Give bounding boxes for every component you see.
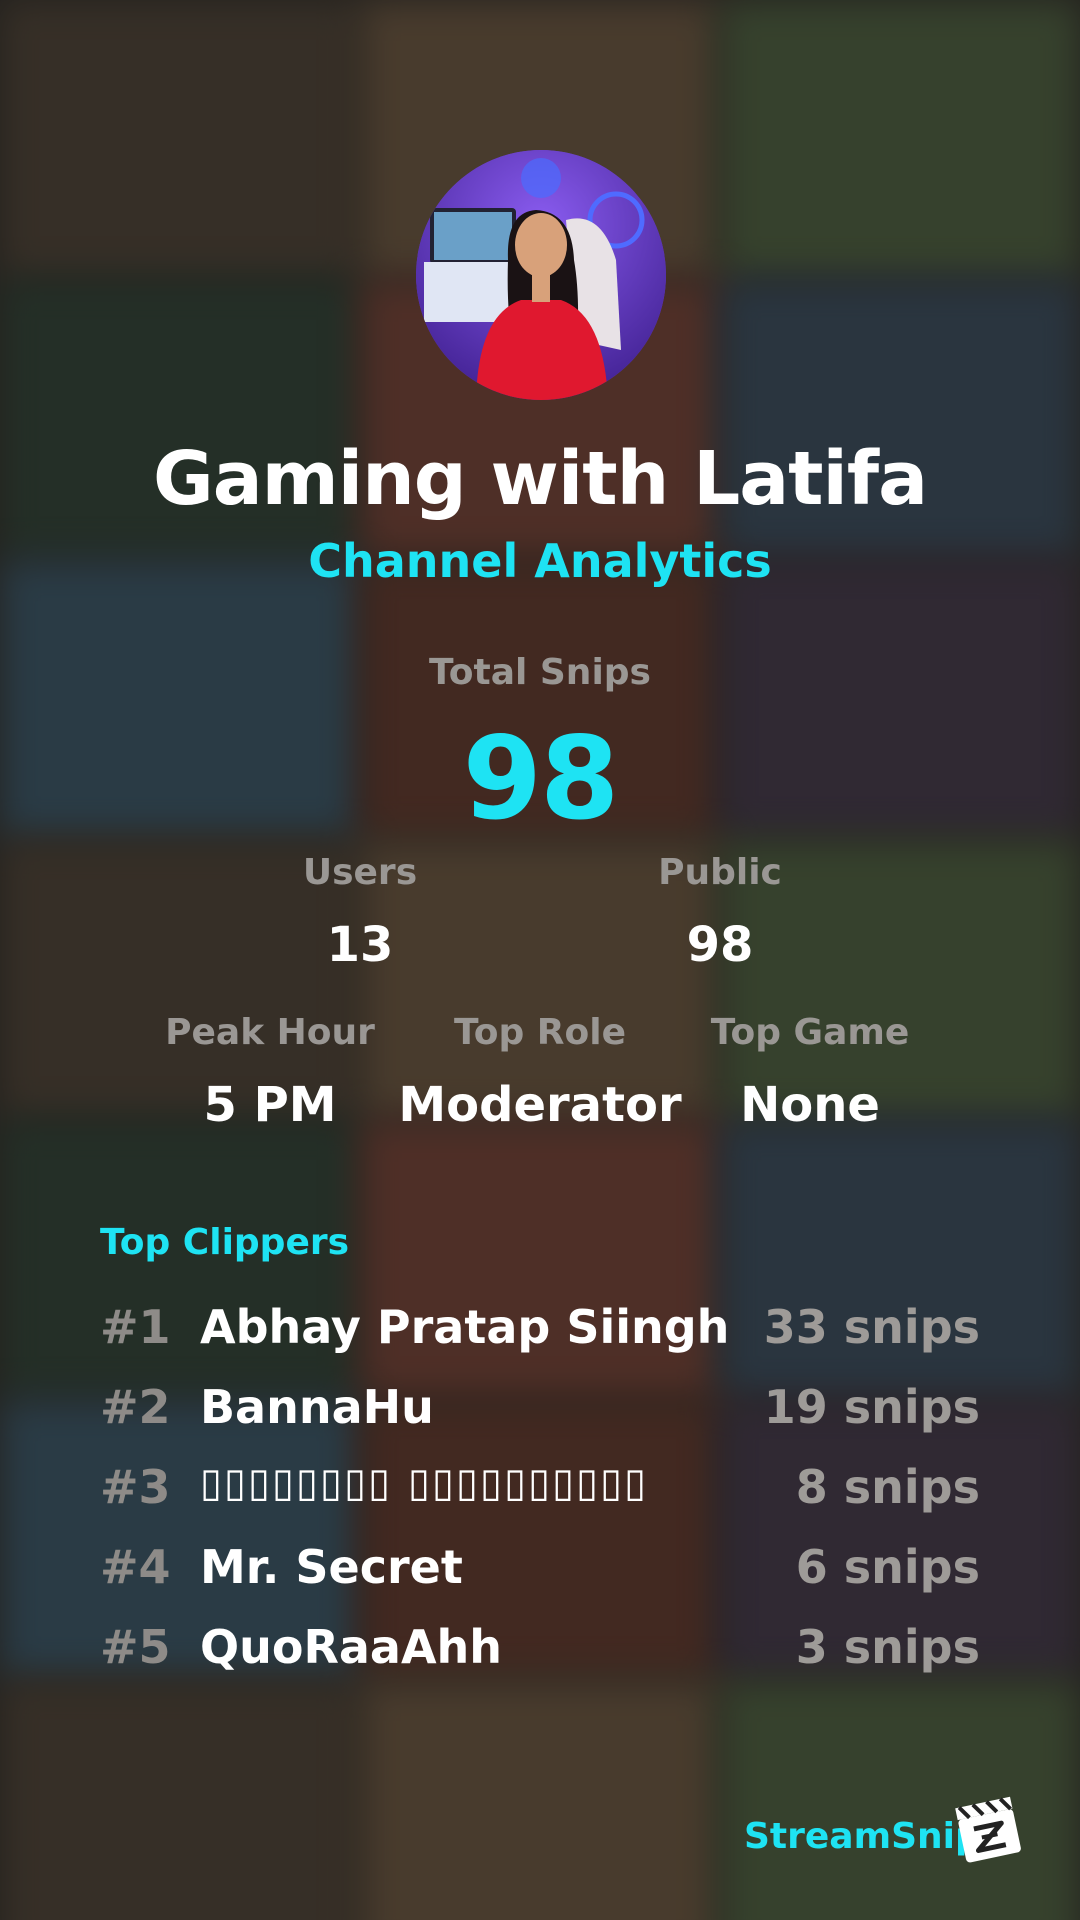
stat-value: 13 xyxy=(326,917,394,973)
clipper-row: #2 BannaHu 19 snips xyxy=(100,1380,980,1460)
stat-label: Public xyxy=(658,852,782,893)
stat-peak-hour: Peak Hour 5 PM xyxy=(140,1012,400,1133)
channel-title: Gaming with Latifa xyxy=(152,436,928,522)
clipper-count: 6 snips xyxy=(795,1540,980,1594)
stat-label: Peak Hour xyxy=(165,1012,375,1053)
total-snips-label: Total Snips xyxy=(429,652,651,693)
stat-label: Top Game xyxy=(710,1012,910,1053)
clipper-row: #5 QuoRaaAhh 3 snips xyxy=(100,1620,980,1700)
stat-value: None xyxy=(740,1077,880,1133)
top-clippers-heading: Top Clippers xyxy=(100,1222,350,1263)
clipper-rank: #4 xyxy=(100,1540,171,1594)
clipper-name: Mr. Secret xyxy=(200,1540,463,1594)
stat-value: 5 PM xyxy=(203,1077,337,1133)
top-clippers-list: #1 Abhay Pratap Siingh 33 snips #2 Banna… xyxy=(100,1300,980,1700)
stat-value: 98 xyxy=(686,917,754,973)
clipper-row: #3 ▯▯▯▯▯▯▯▯ ▯▯▯▯▯▯▯▯▯▯ 8 snips xyxy=(100,1460,980,1540)
clipper-rank: #5 xyxy=(100,1620,171,1674)
channel-subtitle: Channel Analytics xyxy=(308,534,772,588)
clipper-name: QuoRaaAhh xyxy=(200,1620,503,1674)
clapperboard-icon xyxy=(950,1790,1026,1866)
channel-avatar xyxy=(416,150,666,400)
clipper-rank: #2 xyxy=(100,1380,171,1434)
stat-users: Users 13 xyxy=(250,852,470,973)
clipper-row: #1 Abhay Pratap Siingh 33 snips xyxy=(100,1300,980,1380)
clipper-count: 33 snips xyxy=(763,1300,980,1354)
clipper-rank: #3 xyxy=(100,1460,171,1514)
clipper-row: #4 Mr. Secret 6 snips xyxy=(100,1540,980,1620)
clipper-count: 3 snips xyxy=(795,1620,980,1674)
clipper-name: BannaHu xyxy=(200,1380,434,1434)
brand-name: StreamSnip xyxy=(744,1816,981,1857)
stat-top-game: Top Game None xyxy=(680,1012,940,1133)
stat-value: Moderator xyxy=(398,1077,682,1133)
stat-label: Users xyxy=(302,852,418,893)
stat-label: Top Role xyxy=(453,1012,627,1053)
clipper-count: 19 snips xyxy=(763,1380,980,1434)
stat-public: Public 98 xyxy=(610,852,830,973)
clipper-rank: #1 xyxy=(100,1300,171,1354)
analytics-card: Gaming with Latifa Channel Analytics Tot… xyxy=(0,0,1080,1920)
stat-top-role: Top Role Moderator xyxy=(395,1012,685,1133)
clipper-count: 8 snips xyxy=(795,1460,980,1514)
clipper-name: Abhay Pratap Siingh xyxy=(200,1300,730,1354)
clipper-name: ▯▯▯▯▯▯▯▯ ▯▯▯▯▯▯▯▯▯▯ xyxy=(200,1460,649,1506)
total-snips-value: 98 xyxy=(462,712,620,845)
